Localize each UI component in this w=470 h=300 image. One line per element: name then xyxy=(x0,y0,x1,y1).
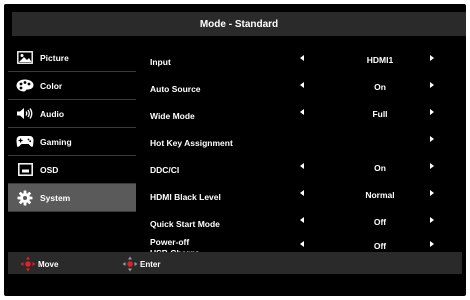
setting-value: On xyxy=(374,163,386,173)
arrow-left-icon[interactable] xyxy=(300,109,304,115)
sidebar-item-label: Audio xyxy=(40,108,65,119)
setting-row-wide-mode[interactable]: Wide Mode Full xyxy=(150,98,450,125)
gamepad-icon xyxy=(14,134,36,150)
setting-value: Off xyxy=(373,241,387,251)
setting-value: Off xyxy=(373,217,387,227)
move-label: Move xyxy=(38,259,59,269)
arrow-left-icon[interactable] xyxy=(300,163,304,169)
setting-label: Input xyxy=(150,57,171,67)
sidebar-item-label: System xyxy=(40,192,71,203)
sidebar-item-color[interactable]: Color xyxy=(8,72,136,100)
sidebar-item-system[interactable]: System xyxy=(8,184,136,212)
sidebar-item-label: Picture xyxy=(40,52,69,63)
settings-panel: Input HDMI1 Auto Source On Wide Mode Ful… xyxy=(150,44,450,267)
sidebar-item-picture[interactable]: Picture xyxy=(8,44,136,72)
move-hint: Move xyxy=(20,256,58,272)
setting-row-input[interactable]: Input HDMI1 xyxy=(150,44,450,71)
sidebar: Picture Color Audio Gaming OSD System xyxy=(8,44,136,212)
arrow-right-icon[interactable] xyxy=(430,163,434,169)
gear-icon xyxy=(14,190,36,206)
arrow-right-icon[interactable] xyxy=(430,190,434,196)
palette-icon xyxy=(14,78,36,94)
sidebar-item-gaming[interactable]: Gaming xyxy=(8,128,136,156)
enter-hint: Enter xyxy=(122,256,160,272)
setting-label: Wide Mode xyxy=(150,111,195,121)
osd-icon xyxy=(14,162,36,178)
menu-title: Mode - Standard xyxy=(12,12,466,36)
setting-label: Auto Source xyxy=(150,84,201,94)
joystick-enter-icon xyxy=(122,256,138,272)
setting-label: HDMI Black Level xyxy=(150,192,221,202)
joystick-move-icon xyxy=(20,256,36,272)
setting-row-hdmi-black-level[interactable]: HDMI Black Level Normal xyxy=(150,179,450,206)
sidebar-item-label: OSD xyxy=(40,164,59,175)
arrow-left-icon[interactable] xyxy=(300,190,304,196)
setting-value: Full xyxy=(372,109,388,119)
setting-label-line1: Power-off xyxy=(150,237,190,247)
sidebar-item-label: Color xyxy=(40,80,63,91)
arrow-right-icon[interactable] xyxy=(430,136,434,142)
arrow-left-icon[interactable] xyxy=(300,55,304,61)
arrow-left-icon[interactable] xyxy=(300,217,304,223)
setting-label: Hot Key Assignment xyxy=(150,138,233,148)
arrow-right-icon[interactable] xyxy=(430,217,434,223)
arrow-right-icon[interactable] xyxy=(430,82,434,88)
setting-label: Quick Start Mode xyxy=(150,219,220,229)
arrow-left-icon[interactable] xyxy=(300,82,304,88)
sidebar-item-audio[interactable]: Audio xyxy=(8,100,136,128)
setting-value: HDMI1 xyxy=(366,55,394,65)
enter-label: Enter xyxy=(140,259,161,269)
picture-icon xyxy=(14,50,36,66)
setting-label: DDC/CI xyxy=(150,165,180,175)
setting-row-auto-source[interactable]: Auto Source On xyxy=(150,71,450,98)
setting-row-quick-start-mode[interactable]: Quick Start Mode Off xyxy=(150,206,450,233)
setting-row-hot-key-assignment[interactable]: Hot Key Assignment xyxy=(150,125,450,152)
setting-row-ddc-ci[interactable]: DDC/CI On xyxy=(150,152,450,179)
setting-value: On xyxy=(374,82,386,92)
arrow-left-icon[interactable] xyxy=(300,241,304,247)
arrow-right-icon[interactable] xyxy=(430,109,434,115)
arrow-right-icon[interactable] xyxy=(430,241,434,247)
sidebar-item-osd[interactable]: OSD xyxy=(8,156,136,184)
speaker-icon xyxy=(14,106,36,122)
footer-bar: Move Enter xyxy=(8,252,462,274)
sidebar-item-label: Gaming xyxy=(40,136,72,147)
arrow-right-icon[interactable] xyxy=(430,55,434,61)
setting-value: Normal xyxy=(365,190,395,200)
